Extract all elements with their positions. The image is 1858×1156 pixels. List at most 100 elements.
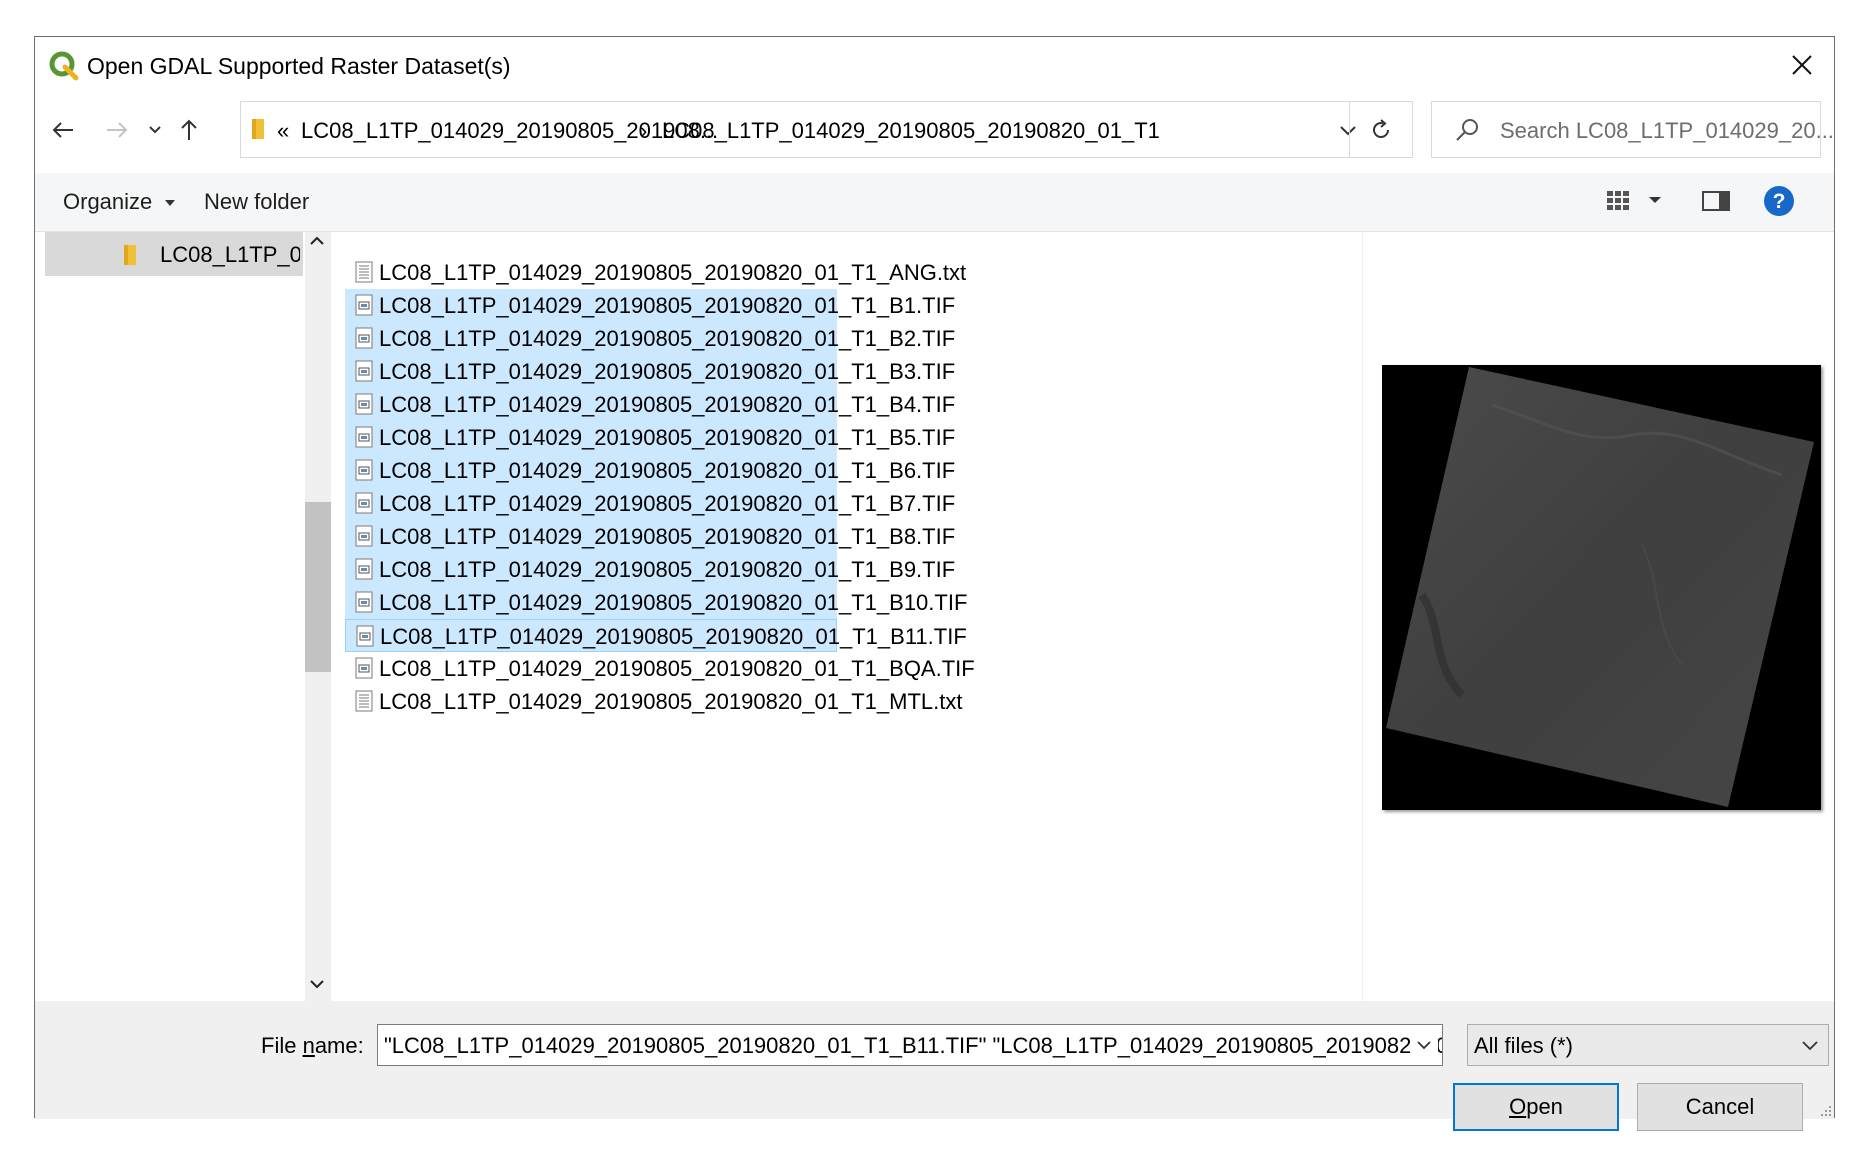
refresh-button[interactable]	[1349, 101, 1413, 158]
recent-locations-button[interactable]	[141, 101, 169, 158]
file-row[interactable]: LC08_L1TP_014029_20190805_20190820_01_T1…	[345, 652, 975, 685]
file-name: LC08_L1TP_014029_20190805_20190820_01_T1…	[379, 557, 956, 582]
nav-pane-scroll-thumb[interactable]	[305, 502, 331, 672]
image-file-icon	[355, 426, 373, 448]
image-file-icon	[355, 657, 373, 679]
forward-button[interactable]	[99, 101, 135, 158]
open-file-dialog: Open GDAL Supported Raster Dataset(s) « …	[34, 36, 1835, 1131]
file-name: LC08_L1TP_014029_20190805_20190820_01_T1…	[379, 458, 956, 483]
file-name: LC08_L1TP_014029_20190805_20190820_01_T1…	[379, 326, 956, 351]
search-placeholder[interactable]: Search LC08_L1TP_014029_20...	[1500, 118, 1834, 144]
file-name: LC08_L1TP_014029_20190805_20190820_01_T1…	[379, 491, 956, 516]
image-file-icon	[355, 492, 373, 514]
text-file-icon	[355, 261, 373, 283]
file-row[interactable]: LC08_L1TP_014029_20190805_20190820_01_T1…	[345, 256, 966, 289]
nav-item-label: LC08_L1TP_014	[160, 242, 300, 267]
file-name: LC08_L1TP_014029_20190805_20190820_01_T1…	[379, 524, 956, 549]
file-row[interactable]: LC08_L1TP_014029_20190805_20190820_01_T1…	[345, 421, 955, 454]
forward-arrow-icon	[107, 121, 128, 138]
view-options-icon	[1607, 191, 1661, 210]
navigation-pane: LC08_L1TP_014	[35, 232, 331, 1001]
file-type-value: All files (*)	[1474, 1033, 1574, 1058]
file-name-history-dropdown[interactable]	[1410, 1029, 1438, 1061]
file-name: LC08_L1TP_014029_20190805_20190820_01_T1…	[380, 624, 967, 649]
file-row[interactable]: LC08_L1TP_014029_20190805_20190820_01_T1…	[345, 685, 962, 718]
file-row[interactable]: LC08_L1TP_014029_20190805_20190820_01_T1…	[345, 619, 967, 652]
file-row[interactable]: LC08_L1TP_014029_20190805_20190820_01_T1…	[345, 322, 955, 355]
file-name-input[interactable]: "LC08_L1TP_014029_20190805_20190820_01_T…	[377, 1024, 1443, 1066]
folder-icon	[252, 119, 264, 139]
image-file-icon	[356, 625, 374, 647]
address-bar[interactable]: « LC08_L1TP_014029_20190805_201908... › …	[240, 101, 1356, 158]
preview-pane-icon	[1702, 191, 1730, 211]
address-segment-current[interactable]: LC08_L1TP_014029_20190805_20190820_01_T1	[662, 118, 1160, 144]
file-row[interactable]: LC08_L1TP_014029_20190805_20190820_01_T1…	[345, 355, 955, 388]
file-name: LC08_L1TP_014029_20190805_20190820_01_T1…	[379, 656, 975, 681]
up-button[interactable]	[171, 101, 207, 158]
file-row[interactable]: LC08_L1TP_014029_20190805_20190820_01_T1…	[345, 487, 955, 520]
back-arrow-icon	[52, 121, 73, 138]
close-button[interactable]	[1784, 47, 1820, 83]
cancel-button[interactable]: Cancel	[1637, 1083, 1803, 1131]
file-row[interactable]: LC08_L1TP_014029_20190805_20190820_01_T1…	[345, 586, 967, 619]
open-button[interactable]: Open	[1453, 1083, 1619, 1131]
bottom-panel: File name: "LC08_L1TP_014029_20190805_20…	[35, 1001, 1834, 1131]
file-name: LC08_L1TP_014029_20190805_20190820_01_T1…	[379, 392, 956, 417]
raster-preview	[1382, 365, 1821, 810]
preview-divider	[1362, 232, 1363, 1001]
image-file-icon	[355, 294, 373, 316]
file-row[interactable]: LC08_L1TP_014029_20190805_20190820_01_T1…	[345, 454, 955, 487]
address-segment-parent[interactable]: LC08_L1TP_014029_20190805_201908...	[301, 118, 718, 144]
image-file-icon	[355, 393, 373, 415]
refresh-icon	[1373, 118, 1389, 138]
file-row[interactable]: LC08_L1TP_014029_20190805_20190820_01_T1…	[345, 553, 955, 586]
qgis-logo-icon	[49, 51, 79, 81]
file-row[interactable]: LC08_L1TP_014029_20190805_20190820_01_T1…	[345, 289, 955, 322]
preview-pane-button[interactable]	[1701, 189, 1731, 218]
close-icon	[1792, 55, 1812, 75]
back-button[interactable]	[45, 101, 81, 158]
view-options-button[interactable]	[1605, 187, 1669, 220]
file-row[interactable]: LC08_L1TP_014029_20190805_20190820_01_T1…	[345, 520, 955, 553]
file-row[interactable]: LC08_L1TP_014029_20190805_20190820_01_T1…	[345, 388, 955, 421]
file-name: LC08_L1TP_014029_20190805_20190820_01_T1…	[379, 293, 956, 318]
chevron-down-icon	[165, 200, 176, 207]
file-name: LC08_L1TP_014029_20190805_20190820_01_T1…	[379, 590, 968, 615]
resize-grip-icon[interactable]	[1818, 1103, 1832, 1117]
file-name: LC08_L1TP_014029_20190805_20190820_01_T1…	[379, 359, 956, 384]
text-file-icon	[355, 690, 373, 712]
organize-menu[interactable]: Organize	[63, 189, 176, 215]
file-name: LC08_L1TP_014029_20190805_20190820_01_T1…	[379, 689, 963, 714]
svg-text:?: ?	[1773, 190, 1786, 213]
file-list: LC08_L1TP_014029_20190805_20190820_01_T1…	[331, 232, 1361, 1001]
up-arrow-icon	[181, 119, 197, 140]
help-icon: ?	[1764, 186, 1794, 216]
title-bar: Open GDAL Supported Raster Dataset(s)	[35, 37, 1834, 93]
dialog-title: Open GDAL Supported Raster Dataset(s)	[87, 53, 511, 79]
open-button-label: Open	[1509, 1094, 1563, 1119]
address-overflow-chevron[interactable]: «	[277, 118, 289, 144]
new-folder-button[interactable]: New folder	[204, 189, 309, 215]
image-file-icon	[355, 591, 373, 613]
address-separator[interactable]: ›	[640, 118, 647, 144]
organize-label: Organize	[63, 189, 153, 214]
image-file-icon	[355, 525, 373, 547]
file-type-select[interactable]: All files (*)	[1467, 1024, 1829, 1066]
file-name-label: File name:	[261, 1033, 364, 1058]
command-toolbar: Organize New folder ?	[35, 173, 1834, 232]
scroll-up-arrow-icon[interactable]	[307, 234, 327, 248]
search-box[interactable]: Search LC08_L1TP_014029_20...	[1431, 101, 1834, 158]
image-file-icon	[355, 360, 373, 382]
folder-icon	[124, 245, 136, 265]
nav-item-current-folder[interactable]: LC08_L1TP_014	[45, 232, 303, 276]
scroll-down-arrow-icon[interactable]	[307, 977, 327, 991]
help-button[interactable]: ?	[1763, 185, 1795, 222]
image-file-icon	[355, 327, 373, 349]
chevron-down-icon	[1417, 1041, 1431, 1050]
file-name-value[interactable]: "LC08_L1TP_014029_20190805_20190820_01_T…	[384, 1033, 1442, 1059]
landsat-scene-preview	[1382, 365, 1821, 810]
search-icon	[1456, 119, 1478, 141]
recent-dropdown-icon	[149, 125, 161, 133]
image-file-icon	[355, 459, 373, 481]
file-name: LC08_L1TP_014029_20190805_20190820_01_T1…	[379, 260, 967, 285]
